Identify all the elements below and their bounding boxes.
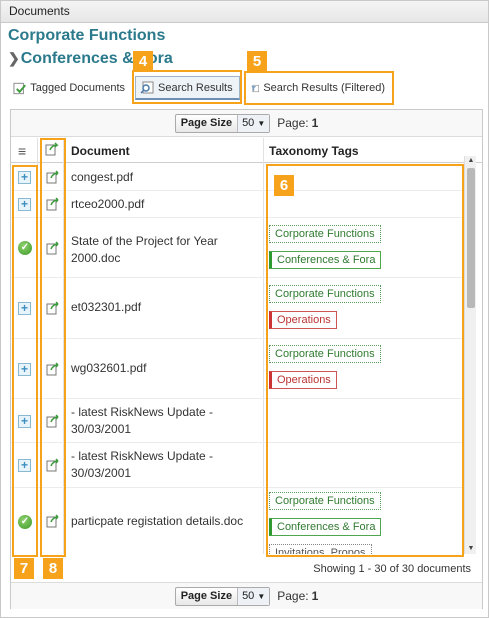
documents-panel: Documents Corporate Functions ❯Conferenc… [0, 0, 489, 618]
page-number: 1 [311, 116, 319, 130]
page-size-label: Page Size [176, 587, 239, 605]
callout-label-6: 6 [274, 175, 294, 196]
document-name[interactable]: particpate registation details.doc [71, 513, 266, 530]
document-name[interactable]: wg032601.pdf [71, 360, 266, 377]
scroll-down-arrow-icon[interactable]: ▼ [465, 544, 477, 554]
page-indicator: Page: 1 [277, 589, 319, 603]
page-size-dropdown[interactable]: Page Size 50 ▼ [174, 586, 271, 606]
column-header-row: ≡ Document Taxonomy Tags [11, 138, 482, 163]
breadcrumb-level1[interactable]: Corporate Functions [8, 27, 165, 45]
document-name[interactable]: et032301.pdf [71, 299, 266, 316]
pager-bottom: Page Size 50 ▼ Page: 1 [11, 582, 482, 609]
result-count-status: Showing 1 - 30 of 30 documents [313, 563, 471, 575]
chevron-down-icon: ▼ [257, 587, 270, 605]
tab-label: Tagged Documents [30, 82, 125, 94]
chevron-down-icon: ▼ [257, 114, 270, 132]
column-menu-icon[interactable]: ≡ [18, 143, 26, 159]
callout-frame-7 [12, 165, 38, 557]
page-size-dropdown[interactable]: Page Size 50 ▼ [174, 113, 271, 133]
callout-frame-6 [266, 164, 464, 557]
column-taxonomy-tags[interactable]: Taxonomy Tags [269, 144, 359, 158]
page-number: 1 [311, 589, 319, 603]
callout-label-8: 8 [43, 558, 63, 579]
document-name[interactable]: State of the Project for Year 2000.doc [71, 233, 266, 267]
panel-title: Documents [1, 1, 488, 23]
page-size-value: 50 [238, 587, 258, 605]
page-indicator: Page: 1 [277, 116, 319, 130]
document-name[interactable]: congest.pdf [71, 169, 266, 186]
scroll-thumb[interactable] [467, 168, 475, 308]
document-name[interactable]: - latest RiskNews Update - 30/03/2001 [71, 404, 266, 438]
column-document[interactable]: Document [71, 144, 130, 158]
document-name[interactable]: - latest RiskNews Update - 30/03/2001 [71, 448, 266, 482]
chevron-right-icon: ❯ [8, 50, 20, 66]
callout-label-4: 4 [133, 51, 153, 72]
vertical-scrollbar[interactable]: ▲ ▼ [464, 156, 476, 554]
callout-frame-8 [40, 138, 66, 557]
callout-label-7: 7 [14, 558, 34, 579]
document-name[interactable]: rtceo2000.pdf [71, 196, 266, 213]
tab-tagged-documents[interactable]: Tagged Documents [9, 76, 129, 100]
callout-frame-5 [244, 71, 394, 105]
page-size-value: 50 [238, 114, 258, 132]
callout-label-5: 5 [247, 51, 267, 72]
tag-doc-icon [13, 82, 26, 94]
pager-top: Page Size 50 ▼ Page: 1 [11, 110, 482, 137]
callout-frame-4 [132, 70, 242, 104]
scroll-up-arrow-icon[interactable]: ▲ [465, 156, 477, 166]
page-size-label: Page Size [176, 114, 239, 132]
